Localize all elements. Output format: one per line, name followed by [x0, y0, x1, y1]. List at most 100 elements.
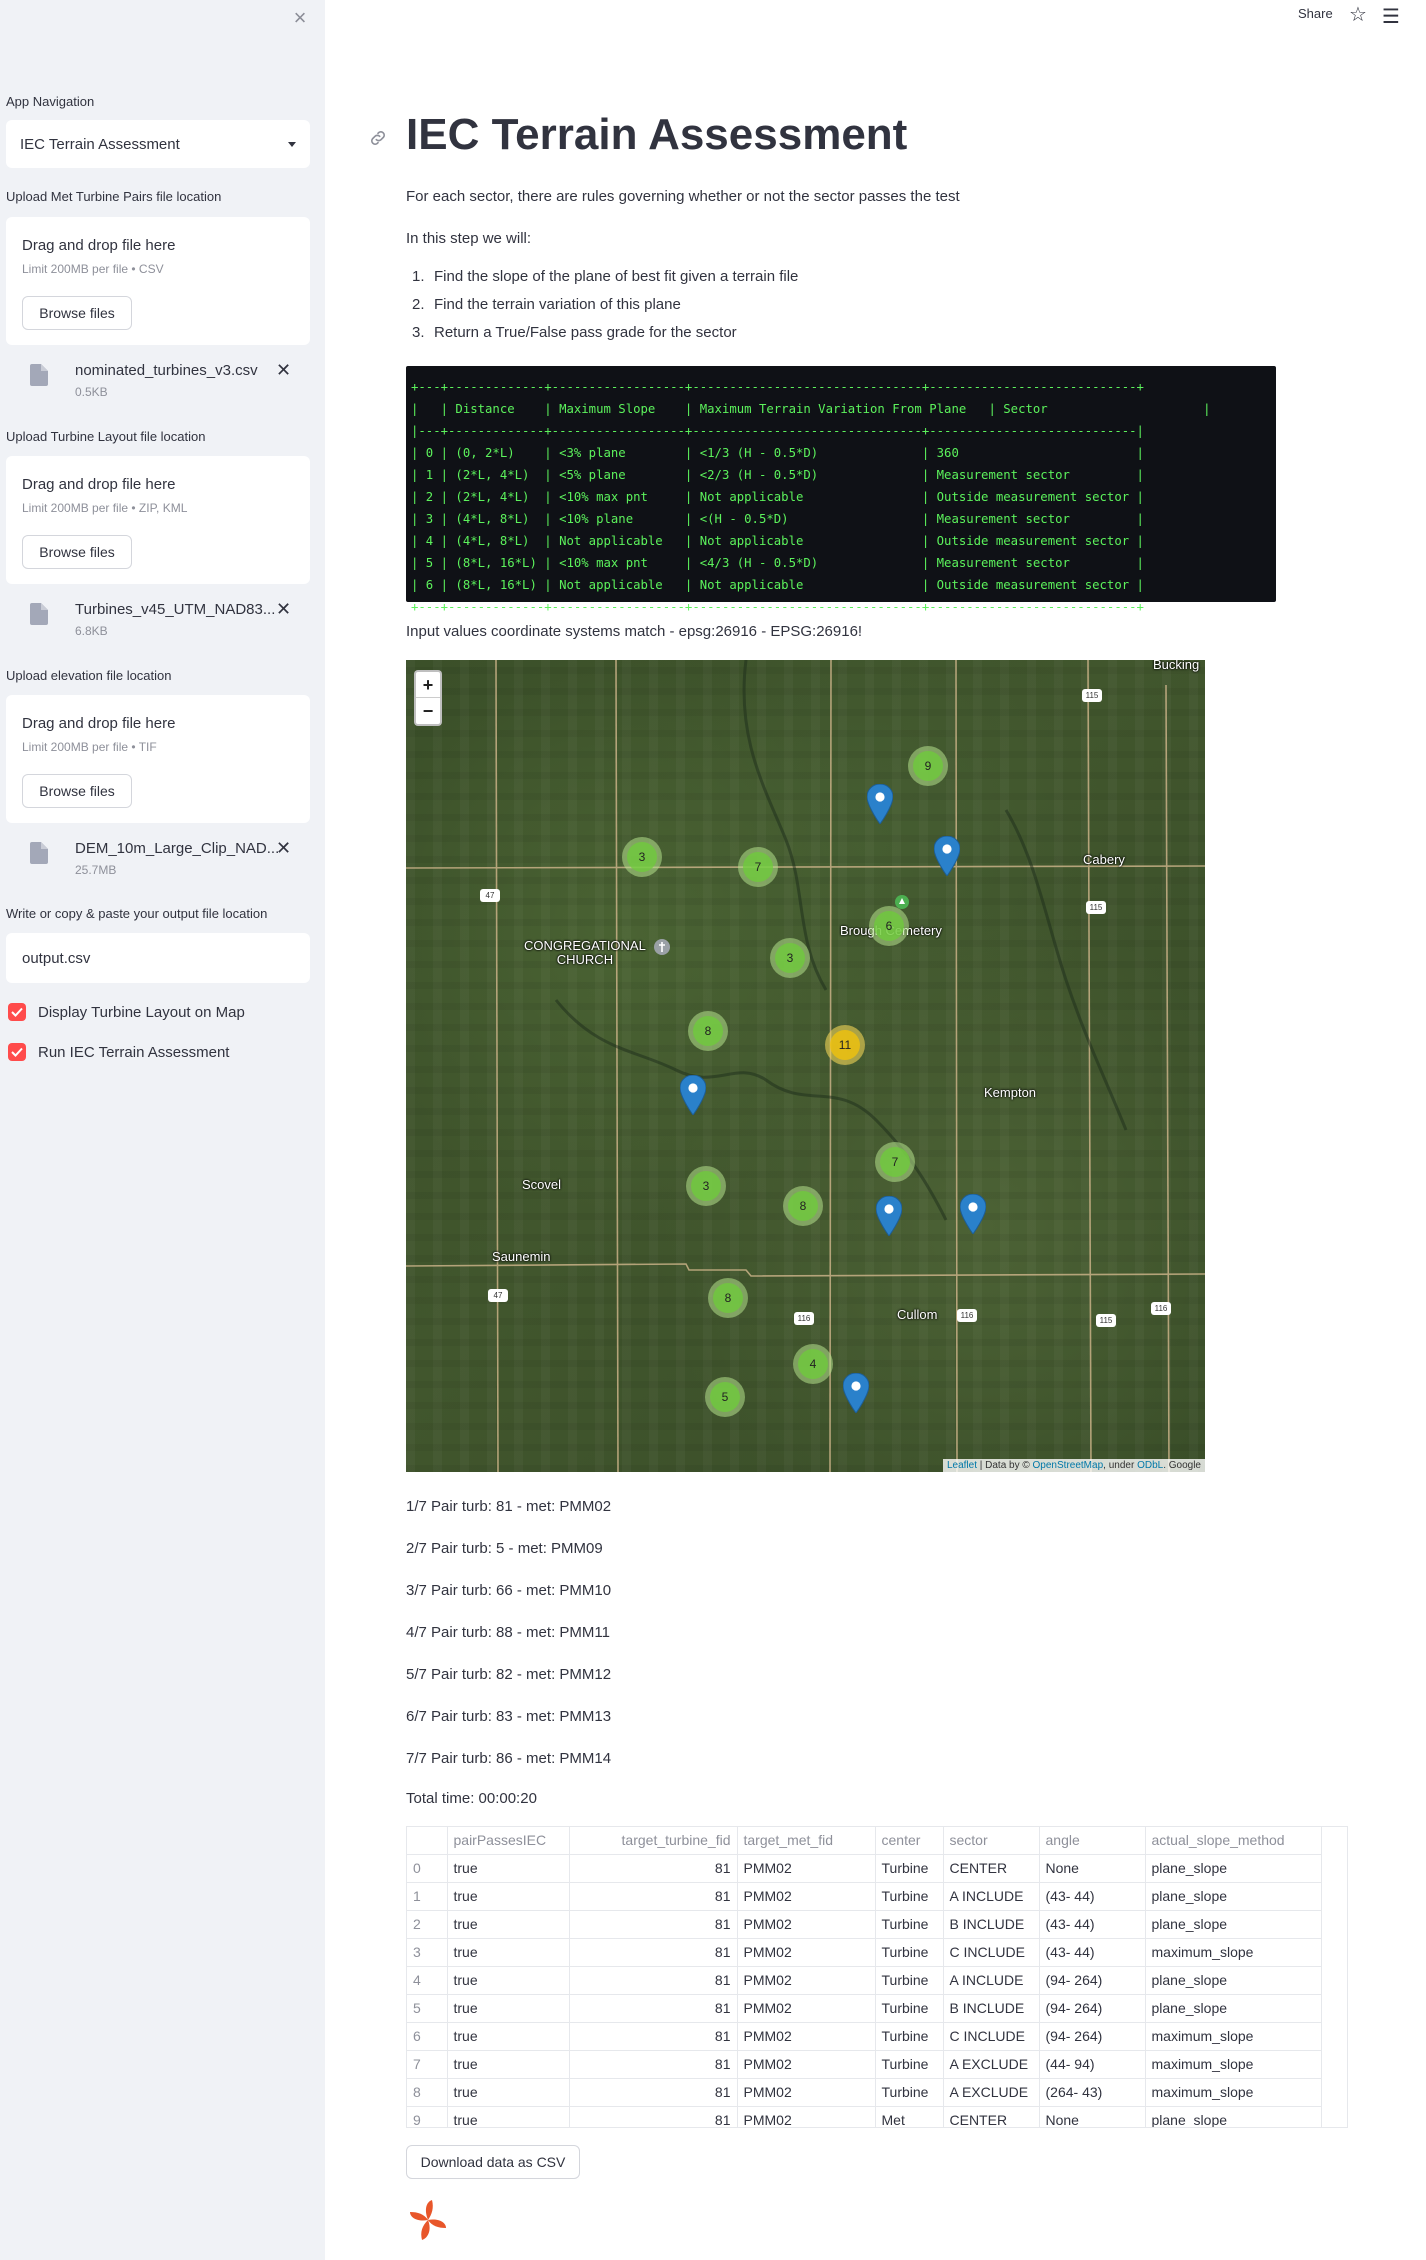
table-cell[interactable]: PMM02	[737, 2050, 876, 2079]
table-cell[interactable]: A EXCLUDE	[943, 2078, 1040, 2107]
checkbox-checked-icon[interactable]	[8, 1003, 26, 1021]
leaflet-link[interactable]: Leaflet	[947, 1460, 977, 1471]
share-button[interactable]: Share	[1298, 6, 1333, 21]
table-cell[interactable]: (94- 264)	[1039, 1994, 1146, 2023]
map-cluster[interactable]: 7	[738, 847, 778, 887]
table-cell[interactable]: A INCLUDE	[943, 1882, 1040, 1911]
map-marker-icon[interactable]	[867, 784, 893, 824]
run-assessment-checkbox[interactable]: Run IEC Terrain Assessment	[8, 1043, 229, 1061]
checkbox-checked-icon[interactable]	[8, 1043, 26, 1061]
table-cell[interactable]: 6	[407, 2022, 448, 2051]
browse-files-button[interactable]: Browse files	[22, 535, 132, 569]
table-cell[interactable]: 9	[407, 2106, 448, 2127]
column-header[interactable]: target_met_fid	[737, 1827, 876, 1855]
table-cell[interactable]: maximum_slope	[1145, 1938, 1322, 1967]
upload-elevation-dropzone[interactable]: Drag and drop file here Limit 200MB per …	[6, 695, 310, 823]
table-cell[interactable]: true	[447, 1854, 570, 1883]
map-marker-icon[interactable]	[960, 1194, 986, 1234]
table-cell[interactable]: 81	[569, 2022, 738, 2051]
map-cluster-large[interactable]: 11	[825, 1025, 865, 1065]
column-header[interactable]: center	[875, 1827, 944, 1855]
column-header[interactable]: sector	[943, 1827, 1040, 1855]
table-cell[interactable]: 7	[407, 2050, 448, 2079]
table-cell[interactable]: 81	[569, 1854, 738, 1883]
map-cluster[interactable]: 4	[793, 1344, 833, 1384]
table-row[interactable]: 9 true 81 PMM02 Met CENTER None plane_slope	[407, 2106, 1322, 2127]
table-row[interactable]: 5 true 81 PMM02 Turbine B INCLUDE (94- 264) pla…	[407, 1994, 1322, 2023]
odbl-link[interactable]: ODbL	[1137, 1460, 1163, 1471]
table-cell[interactable]: Turbine	[875, 1938, 944, 1967]
map-cluster[interactable]: 8	[783, 1186, 823, 1226]
upload-pairs-dropzone[interactable]: Drag and drop file here Limit 200MB per …	[6, 217, 310, 345]
table-cell[interactable]: 2	[407, 1910, 448, 1939]
table-row[interactable]: 6 true 81 PMM02 Turbine C INCLUDE (94- 264) max…	[407, 2022, 1322, 2051]
column-header[interactable]: target_turbine_fid	[569, 1827, 738, 1855]
star-icon[interactable]: ☆	[1349, 2, 1367, 27]
map-marker-icon[interactable]	[843, 1373, 869, 1413]
map-cluster[interactable]: 6	[869, 906, 909, 946]
remove-file-icon[interactable]: ✕	[276, 360, 291, 381]
table-cell[interactable]: plane_slope	[1145, 1966, 1322, 1995]
table-cell[interactable]: (264- 43)	[1039, 2078, 1146, 2107]
table-cell[interactable]: maximum_slope	[1145, 2078, 1322, 2107]
column-header[interactable]: actual_slope_method	[1145, 1827, 1322, 1855]
table-cell[interactable]: A EXCLUDE	[943, 2050, 1040, 2079]
table-cell[interactable]: PMM02	[737, 2078, 876, 2107]
table-cell[interactable]: C INCLUDE	[943, 2022, 1040, 2051]
upload-layout-dropzone[interactable]: Drag and drop file here Limit 200MB per …	[6, 456, 310, 584]
table-cell[interactable]: PMM02	[737, 1910, 876, 1939]
display-layout-checkbox[interactable]: Display Turbine Layout on Map	[8, 1003, 245, 1021]
table-cell[interactable]: plane_slope	[1145, 2106, 1322, 2127]
table-row[interactable]: 2 true 81 PMM02 Turbine B INCLUDE (43- 44) plan…	[407, 1910, 1322, 1939]
browse-files-button[interactable]: Browse files	[22, 296, 132, 330]
table-cell[interactable]: 81	[569, 2078, 738, 2107]
download-csv-button[interactable]: Download data as CSV	[406, 2145, 580, 2179]
map-cluster[interactable]: 3	[686, 1166, 726, 1206]
table-cell[interactable]: None	[1039, 1854, 1146, 1883]
table-cell[interactable]: PMM02	[737, 1882, 876, 1911]
table-cell[interactable]: 8	[407, 2078, 448, 2107]
remove-file-icon[interactable]: ✕	[276, 838, 291, 859]
table-cell[interactable]: None	[1039, 2106, 1146, 2127]
table-cell[interactable]: PMM02	[737, 1854, 876, 1883]
output-file-input[interactable]	[6, 933, 310, 983]
table-cell[interactable]: Turbine	[875, 2022, 944, 2051]
table-cell[interactable]: (44- 94)	[1039, 2050, 1146, 2079]
table-cell[interactable]: Turbine	[875, 2078, 944, 2107]
table-cell[interactable]: (94- 264)	[1039, 1966, 1146, 1995]
map-cluster[interactable]: 3	[622, 837, 662, 877]
table-cell[interactable]: plane_slope	[1145, 1994, 1322, 2023]
results-dataframe[interactable]: pairPassesIEC target_turbine_fid target_…	[406, 1826, 1348, 2128]
table-cell[interactable]: 81	[569, 1910, 738, 1939]
zoom-out-button[interactable]: −	[416, 698, 440, 724]
table-cell[interactable]: PMM02	[737, 1938, 876, 1967]
remove-file-icon[interactable]: ✕	[276, 599, 291, 620]
table-cell[interactable]: Met	[875, 2106, 944, 2127]
turbine-layout-map[interactable]: + − Bucking Cabery CONGREGATIONAL CHURCH…	[406, 660, 1205, 1472]
hamburger-menu-icon[interactable]: ☰	[1382, 4, 1400, 29]
table-cell[interactable]: 81	[569, 1994, 738, 2023]
map-cluster[interactable]: 8	[708, 1278, 748, 1318]
table-cell[interactable]: maximum_slope	[1145, 2022, 1322, 2051]
column-header[interactable]: angle	[1039, 1827, 1146, 1855]
map-cluster[interactable]: 7	[875, 1142, 915, 1182]
table-cell[interactable]: true	[447, 2078, 570, 2107]
table-row[interactable]: 8 true 81 PMM02 Turbine A EXCLUDE (264- 43) max…	[407, 2078, 1322, 2107]
table-row[interactable]: 0 true 81 PMM02 Turbine CENTER None plane_slope	[407, 1854, 1322, 1883]
table-cell[interactable]: 81	[569, 2106, 738, 2127]
table-cell[interactable]: true	[447, 1910, 570, 1939]
map-cluster[interactable]: 8	[688, 1011, 728, 1051]
table-cell[interactable]: maximum_slope	[1145, 2050, 1322, 2079]
table-cell[interactable]: B INCLUDE	[943, 1994, 1040, 2023]
map-cluster[interactable]: 5	[705, 1377, 745, 1417]
table-cell[interactable]: (43- 44)	[1039, 1938, 1146, 1967]
table-cell[interactable]: 5	[407, 1994, 448, 2023]
table-cell[interactable]: (94- 264)	[1039, 2022, 1146, 2051]
map-cluster[interactable]: 9	[908, 746, 948, 786]
table-cell[interactable]: Turbine	[875, 1994, 944, 2023]
table-cell[interactable]: PMM02	[737, 2106, 876, 2127]
table-cell[interactable]: C INCLUDE	[943, 1938, 1040, 1967]
table-cell[interactable]: 81	[569, 1966, 738, 1995]
osm-link[interactable]: OpenStreetMap	[1033, 1460, 1104, 1471]
table-cell[interactable]: 81	[569, 1938, 738, 1967]
